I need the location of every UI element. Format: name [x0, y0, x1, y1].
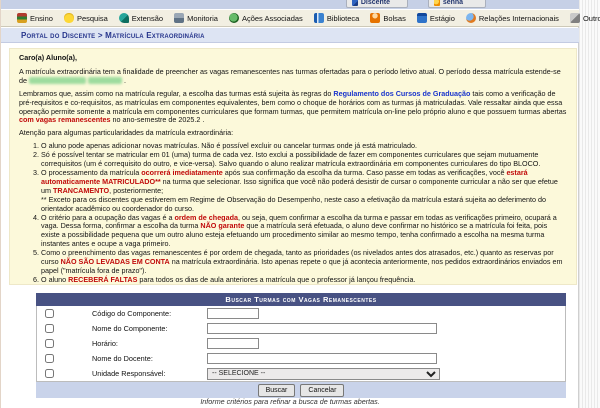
- particularities-list: O aluno pode apenas adicionar novas matr…: [19, 142, 567, 285]
- menu-item-biblioteca[interactable]: Biblioteca: [314, 13, 360, 23]
- horario-label: Horário:: [92, 339, 207, 348]
- horario-input[interactable]: [207, 338, 259, 349]
- menu-item-relacoes-internacionais[interactable]: Relações Internacionais: [466, 13, 559, 23]
- alterar-senha-button[interactable]: Alterar senha: [428, 0, 486, 8]
- menu-discente-button[interactable]: Menu Discente: [346, 0, 408, 8]
- nome-componente-checkbox[interactable]: [45, 324, 54, 333]
- menu-discente-icon: [352, 0, 358, 6]
- list-item: O critério para a ocupação das vagas é a…: [41, 214, 567, 250]
- codigo-label: Código do Componente:: [92, 309, 207, 318]
- form-row-docente: Nome do Docente:: [37, 351, 565, 366]
- top-bar: Menu Discente Alterar senha: [1, 0, 579, 9]
- docente-label: Nome do Docente:: [92, 354, 207, 363]
- nome-componente-label: Nome do Componente:: [92, 324, 207, 333]
- search-form: Buscar Turmas com Vagas Remanescentes Có…: [36, 293, 566, 398]
- key-icon: [434, 0, 440, 6]
- briefcase-icon: [417, 13, 427, 23]
- menu-discente-label: Menu Discente: [361, 0, 402, 6]
- ribbon-icon: [229, 13, 239, 23]
- menu-label: Pesquisa: [77, 14, 108, 23]
- hands-icon: [119, 13, 129, 23]
- main-menu-bar: Ensino Pesquisa Extensão Monitoria Ações…: [1, 9, 579, 27]
- menu-item-extensao[interactable]: Extensão: [119, 13, 163, 23]
- menu-item-outros[interactable]: Outros: [570, 13, 600, 23]
- form-footer-bar: Buscar Cancelar: [36, 382, 566, 398]
- form-hint-text: Informe critérios para refinar a busca d…: [1, 397, 579, 406]
- list-item: O processamento da matrícula ocorrerá im…: [41, 169, 567, 214]
- breadcrumb: Portal do Discente > Matrícula Extraordi…: [1, 28, 579, 43]
- menu-label: Estágio: [430, 14, 455, 23]
- codigo-checkbox[interactable]: [45, 309, 54, 318]
- greeting-text: Caro(a) Aluno(a),: [19, 54, 567, 63]
- board-icon: [174, 13, 184, 23]
- breadcrumb-separator: >: [95, 31, 105, 40]
- books-icon: [17, 13, 27, 23]
- docente-checkbox[interactable]: [45, 354, 54, 363]
- flask-icon: [64, 13, 74, 23]
- form-row-horario: Horário:: [37, 336, 565, 351]
- rules-paragraph: Lembramos que, assim como na matrícula r…: [19, 90, 567, 126]
- form-title: Buscar Turmas com Vagas Remanescentes: [36, 293, 566, 306]
- unidade-select[interactable]: -- SELECIONE --: [207, 368, 440, 380]
- menu-item-acoes-associadas[interactable]: Ações Associadas: [229, 13, 303, 23]
- globe-icon: [466, 13, 476, 23]
- person-icon: [370, 13, 380, 23]
- stack-icon: [570, 13, 580, 23]
- attention-line: Atenção para algumas particularidades da…: [19, 129, 567, 138]
- menu-label: Outros: [583, 14, 600, 23]
- menu-label: Ações Associadas: [242, 14, 303, 23]
- intro-paragraph: A matrícula extraordinária tem a finalid…: [19, 68, 567, 86]
- menu-item-pesquisa[interactable]: Pesquisa: [64, 13, 108, 23]
- breadcrumb-current: Matrícula Extraordinária: [105, 31, 205, 40]
- menu-label: Relações Internacionais: [479, 14, 559, 23]
- nome-componente-input[interactable]: [207, 323, 437, 334]
- book-icon: [314, 13, 324, 23]
- menu-label: Monitoria: [187, 14, 218, 23]
- menu-label: Ensino: [30, 14, 53, 23]
- form-body: Código do Componente: Nome do Componente…: [36, 306, 566, 382]
- page-background-stripes: [578, 0, 600, 408]
- menu-label: Biblioteca: [327, 14, 360, 23]
- buscar-button[interactable]: Buscar: [258, 384, 296, 397]
- menu-label: Extensão: [132, 14, 163, 23]
- list-item: Como o preenchimento das vagas remanesce…: [41, 249, 567, 276]
- horario-checkbox[interactable]: [45, 339, 54, 348]
- unidade-label: Unidade Responsável:: [92, 369, 207, 378]
- codigo-input[interactable]: [207, 308, 259, 319]
- form-row-codigo: Código do Componente:: [37, 306, 565, 321]
- menu-item-estagio[interactable]: Estágio: [417, 13, 455, 23]
- menu-item-ensino[interactable]: Ensino: [17, 13, 53, 23]
- menu-item-monitoria[interactable]: Monitoria: [174, 13, 218, 23]
- instructions-panel: Caro(a) Aluno(a), A matrícula extraordin…: [9, 48, 577, 285]
- redacted-date: [29, 77, 86, 84]
- unidade-checkbox[interactable]: [45, 369, 54, 378]
- menu-item-bolsas[interactable]: Bolsas: [370, 13, 406, 23]
- breadcrumb-portal-link[interactable]: Portal do Discente: [21, 31, 95, 40]
- cancelar-button[interactable]: Cancelar: [300, 384, 344, 397]
- form-row-nome-componente: Nome do Componente:: [37, 321, 565, 336]
- menu-label: Bolsas: [383, 14, 406, 23]
- docente-input[interactable]: [207, 353, 437, 364]
- alterar-senha-label: Alterar senha: [443, 0, 480, 6]
- list-item: Só é possível tentar se matricular em 01…: [41, 151, 567, 169]
- form-row-unidade: Unidade Responsável: -- SELECIONE --: [37, 366, 565, 381]
- list-item: O aluno RECEBERÁ FALTAS para todos os di…: [41, 276, 567, 285]
- regulamento-link[interactable]: Regulamento dos Cursos de Graduação: [333, 89, 470, 98]
- redacted-date: [88, 77, 122, 84]
